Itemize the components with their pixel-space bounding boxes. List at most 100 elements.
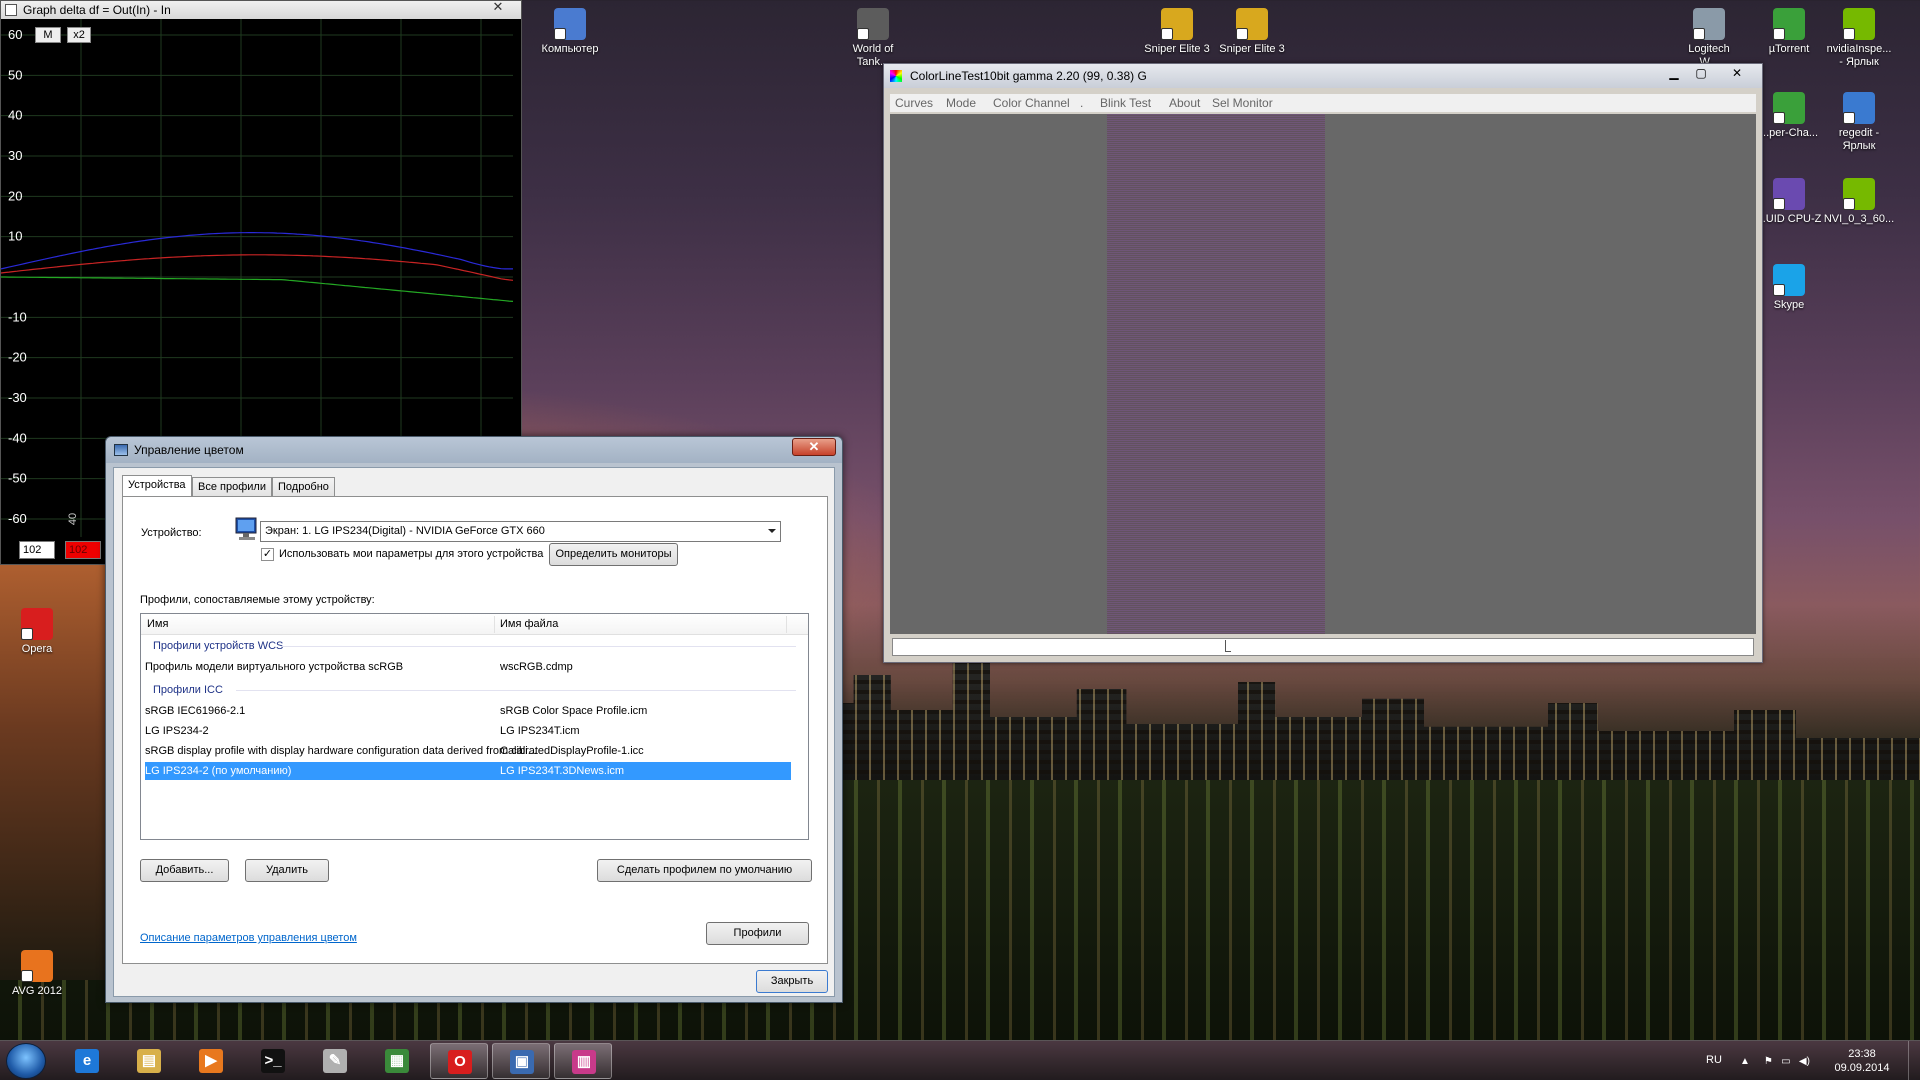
taskbar-button[interactable]: ▤ xyxy=(120,1043,178,1079)
set-default-profile-button[interactable]: Сделать профилем по умолчанию xyxy=(597,859,812,882)
maximize-icon[interactable]: ▢ xyxy=(1688,66,1714,82)
group-wcs: Профили устройств WCS xyxy=(153,640,284,652)
colorline-window[interactable]: ColorLineTest10bit gamma 2.20 (99, 0.38)… xyxy=(883,63,1763,663)
color-management-dialog[interactable]: Управление цветом ✕ Устройства Все профи… xyxy=(105,436,843,1003)
y-tick-label: 40 xyxy=(8,108,22,123)
clock[interactable]: 23:38 09.09.2014 xyxy=(1832,1047,1892,1080)
menu-color-channel[interactable]: Color Channel xyxy=(993,94,1070,112)
taskbar-button[interactable]: ▦ xyxy=(368,1043,426,1079)
desktop-shortcut[interactable]: World of Tank... xyxy=(836,8,910,69)
taskbar-button[interactable]: e xyxy=(58,1043,116,1079)
desktop-shortcut[interactable]: AVG 2012 xyxy=(0,950,74,998)
graph-value-spinner[interactable]: 102 xyxy=(19,541,55,559)
desktop-shortcut[interactable]: NVI_0_3_60... xyxy=(1822,178,1896,226)
colorline-slider[interactable] xyxy=(892,638,1754,656)
taskbar-button[interactable]: O xyxy=(430,1043,488,1079)
desktop-shortcut[interactable]: Sniper Elite 3 ... xyxy=(1140,8,1214,69)
devices-panel: Устройство: Экран: 1. LG IPS234(Digital)… xyxy=(122,496,828,964)
tab-all-profiles[interactable]: Все профили xyxy=(192,477,272,496)
list-item-selected[interactable]: LG IPS234-2 (по умолчанию) LG IPS234T.3D… xyxy=(145,762,791,780)
world-of-tanks-icon xyxy=(857,8,889,40)
menu-blink-test[interactable]: Blink Test xyxy=(1100,94,1151,112)
desktop-shortcut[interactable]: ...UID CPU-Z xyxy=(1752,178,1826,226)
taskbar-button[interactable]: ▣ xyxy=(492,1043,550,1079)
column-name[interactable]: Имя xyxy=(147,614,168,635)
list-item[interactable]: Профиль модели виртуального устройства s… xyxy=(145,658,791,676)
monitor-icon xyxy=(235,517,257,540)
remove-profile-button[interactable]: Удалить xyxy=(245,859,329,882)
color-settings-help-link[interactable]: Описание параметров управления цветом xyxy=(140,932,357,944)
graph-window-titlebar[interactable]: Graph delta df = Out(In) - In ✕ xyxy=(1,0,521,19)
explorer-folder-icon: ▤ xyxy=(137,1049,161,1073)
add-profile-button[interactable]: Добавить... xyxy=(140,859,229,882)
flag-icon[interactable]: ⚑ xyxy=(1764,1056,1773,1067)
y-tick-label: 20 xyxy=(8,188,22,203)
y-tick-label: -40 xyxy=(8,430,27,445)
avg-icon xyxy=(21,950,53,982)
y-tick-label: 10 xyxy=(8,229,22,244)
show-desktop-button[interactable] xyxy=(1908,1041,1920,1080)
desktop-shortcut[interactable]: Skype xyxy=(1752,264,1826,312)
list-item[interactable]: sRGB IEC61966-2.1 sRGB Color Space Profi… xyxy=(145,702,791,720)
taskbar-button[interactable]: ✎ xyxy=(306,1043,364,1079)
desktop-shortcut[interactable]: regedit - Ярлык xyxy=(1822,92,1896,153)
paint-icon: ✎ xyxy=(323,1049,347,1073)
desktop-shortcut[interactable]: ...per-Cha... xyxy=(1752,92,1826,140)
y-tick-label: -30 xyxy=(8,390,27,405)
dialog-titlebar[interactable]: Управление цветом ✕ xyxy=(106,437,842,463)
column-file-name[interactable]: Имя файла xyxy=(500,614,558,635)
tab-devices[interactable]: Устройства xyxy=(122,475,192,496)
network-icon[interactable]: ▭ xyxy=(1781,1056,1790,1067)
profiles-list[interactable]: Имя Имя файла Профили устройств WCS Проф… xyxy=(140,613,809,840)
desktop-shortcut[interactable]: nvidiaInspe... - Ярлык xyxy=(1822,8,1896,69)
sniper-elite-icon xyxy=(1236,8,1268,40)
desktop-shortcut[interactable]: Компьютер xyxy=(533,8,607,56)
internet-explorer-icon: e xyxy=(75,1049,99,1073)
use-my-settings-label[interactable]: Использовать мои параметры для этого уст… xyxy=(279,548,543,560)
graph-m-button[interactable]: M xyxy=(35,27,61,43)
desktop-shortcut[interactable]: Logitech W... xyxy=(1672,8,1746,69)
menu-sel-monitor[interactable]: Sel Monitor xyxy=(1212,94,1273,112)
cmd-icon: >_ xyxy=(261,1049,285,1073)
use-my-settings-checkbox[interactable]: ✓ xyxy=(261,548,274,561)
language-indicator[interactable]: RU xyxy=(1706,1053,1722,1080)
menu-about[interactable]: About xyxy=(1169,94,1200,112)
colorline-titlebar[interactable]: ColorLineTest10bit gamma 2.20 (99, 0.38)… xyxy=(884,64,1762,88)
taskbar-button[interactable]: >_ xyxy=(244,1043,302,1079)
desktop-shortcut[interactable]: Sniper Elite 3 xyxy=(1215,8,1289,56)
close-icon[interactable]: ✕ xyxy=(483,0,513,15)
chevron-up-icon[interactable]: ▲ xyxy=(1740,1056,1750,1067)
clock-date: 09.09.2014 xyxy=(1834,1062,1890,1074)
color-management-icon xyxy=(114,444,128,456)
close-icon[interactable]: ✕ xyxy=(1724,66,1750,82)
graph-value-spinner-red[interactable]: 102 xyxy=(65,541,101,559)
profiles-label: Профили, сопоставляемые этому устройству… xyxy=(140,594,375,606)
desktop-shortcut[interactable]: µTorrent xyxy=(1752,8,1826,56)
desktop-shortcut[interactable]: Opera xyxy=(0,608,74,656)
tray-icons: ▲ ⚑ ▭ ◀) xyxy=(1740,1055,1810,1080)
taskbar-button[interactable]: ▥ xyxy=(554,1043,612,1079)
desktop-shortcut-label: Sniper Elite 3 xyxy=(1219,43,1285,55)
graph-window-title: Graph delta df = Out(In) - In xyxy=(23,3,171,17)
taskbar-button[interactable]: ▶ xyxy=(182,1043,240,1079)
graph-x2-button[interactable]: x2 xyxy=(67,27,91,43)
minimize-icon[interactable]: ▁ xyxy=(1661,66,1687,82)
device-select[interactable]: Экран: 1. LG IPS234(Digital) - NVIDIA Ge… xyxy=(260,521,781,542)
nvidia-icon xyxy=(1843,8,1875,40)
menu-mode[interactable]: Mode xyxy=(946,94,976,112)
regedit-icon xyxy=(1843,92,1875,124)
list-item[interactable]: LG IPS234-2 LG IPS234T.icm xyxy=(145,722,791,740)
menu-curves[interactable]: Curves xyxy=(895,94,933,112)
detect-monitors-button[interactable]: Определить мониторы xyxy=(549,543,678,566)
close-button[interactable]: Закрыть xyxy=(756,970,828,993)
menu-separator[interactable]: . xyxy=(1080,94,1083,112)
list-item[interactable]: sRGB display profile with display hardwa… xyxy=(145,742,791,760)
slider-handle[interactable] xyxy=(1225,640,1231,652)
chevron-down-icon[interactable] xyxy=(768,529,776,533)
close-icon[interactable]: ✕ xyxy=(792,438,836,456)
tab-advanced[interactable]: Подробно xyxy=(272,477,335,496)
volume-icon[interactable]: ◀) xyxy=(1799,1056,1810,1067)
start-button[interactable] xyxy=(6,1043,46,1079)
profiles-button[interactable]: Профили xyxy=(706,922,809,945)
y-tick-label: -10 xyxy=(8,309,27,324)
